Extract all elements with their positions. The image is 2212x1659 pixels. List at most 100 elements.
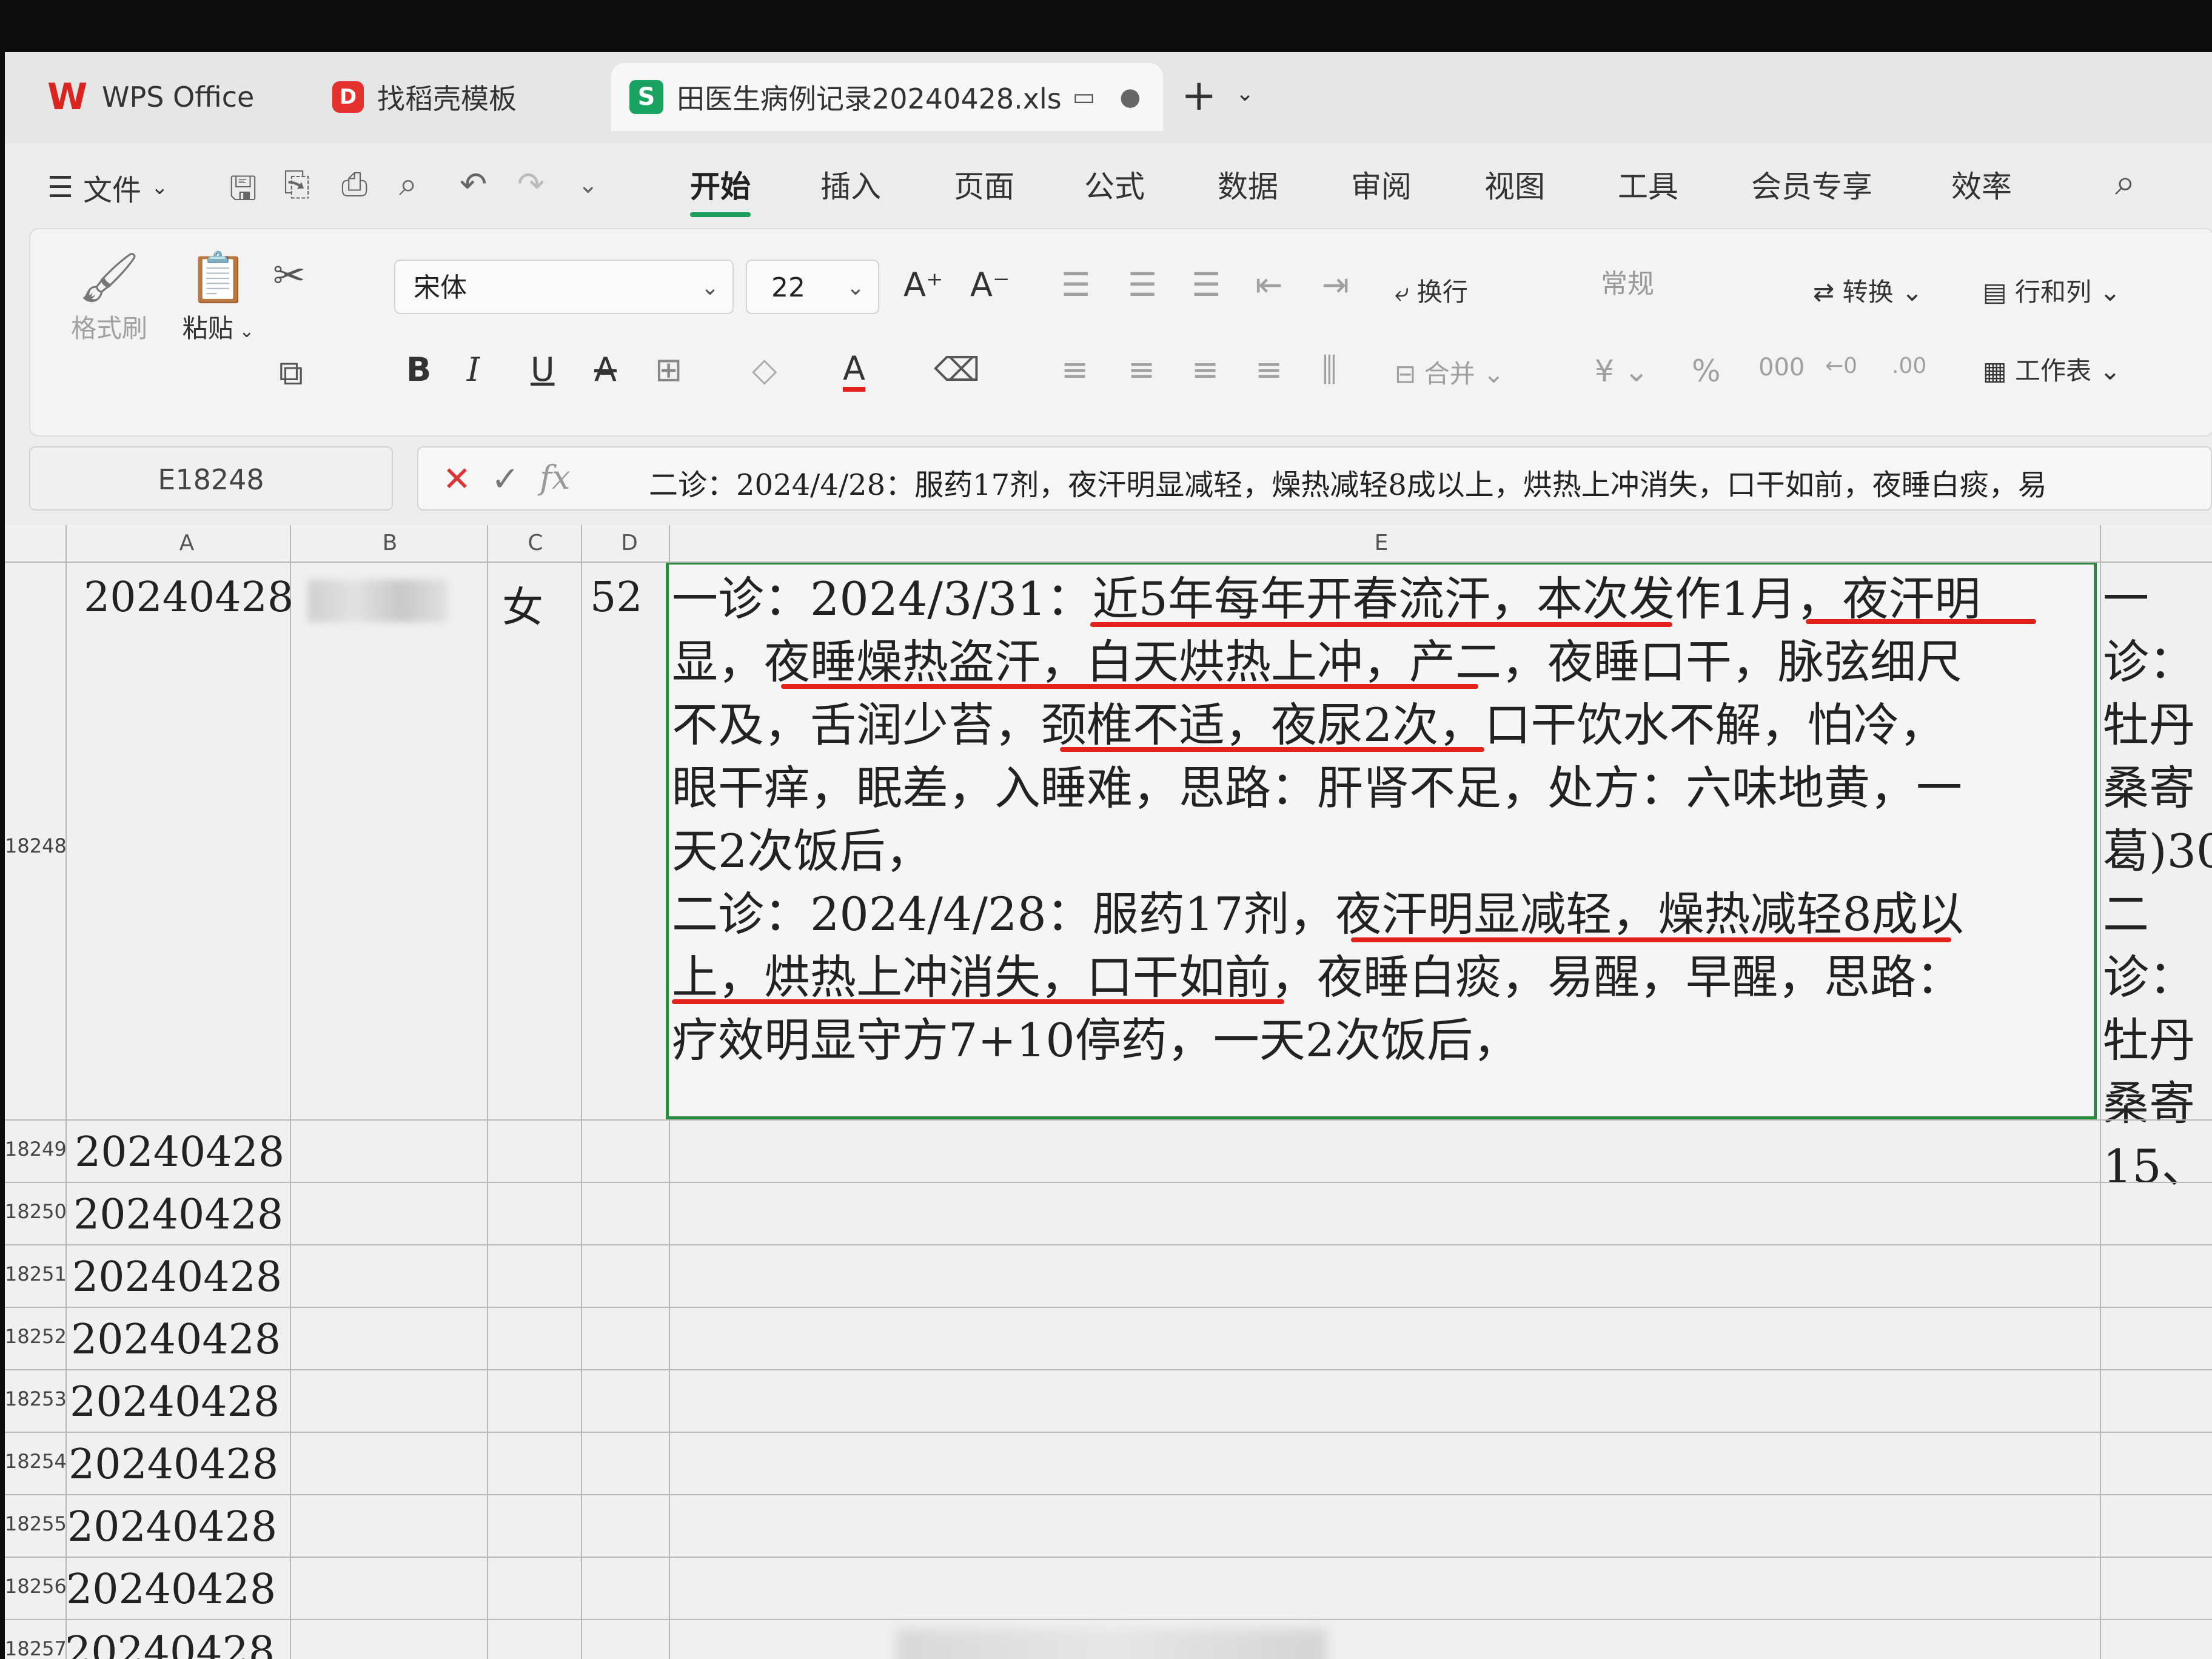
row-number[interactable]: 18257 [5, 1637, 67, 1659]
decrease-font-icon[interactable]: A⁻ [970, 266, 1010, 304]
tab-member[interactable]: 会员专享 [1751, 163, 1872, 206]
column-header-d[interactable]: D [587, 525, 672, 561]
tab-spreadsheet-file[interactable]: S 田医生病例记录20240428.xls ▭ ● [611, 63, 1163, 131]
convert-button[interactable]: ⇄ 转换 ⌄ [1813, 272, 1923, 309]
border-icon[interactable]: ⊞ [655, 350, 682, 389]
cell-sex[interactable]: 女 [502, 574, 543, 634]
align-right-icon[interactable]: ≡ [1191, 350, 1219, 389]
wps-logo-icon: W [47, 76, 88, 118]
percent-icon[interactable]: % [1692, 354, 1721, 389]
print-icon[interactable]: ⎙ [341, 165, 367, 204]
tab-list-chevron-icon[interactable]: ⌄ [1236, 81, 1254, 106]
strikethrough-icon[interactable]: A [594, 350, 617, 389]
cancel-icon[interactable]: ✕ [443, 460, 471, 499]
font-size-select[interactable]: 22 ⌄ [746, 260, 879, 314]
row-number[interactable]: 18252 [5, 1325, 67, 1348]
paste-button[interactable]: 📋 粘贴 ⌄ [170, 247, 267, 345]
cell-date[interactable]: 20240428 [71, 1316, 281, 1364]
menu-bar: ☰ 文件 ⌄ 🖫 ⎘ ⎙ ⌕ ↶ ↷ ⌄ 开始 插入 页面 公式 数据 审阅 视… [5, 143, 2212, 222]
undo-icon[interactable]: ↶ [460, 165, 487, 203]
cell-date[interactable]: 20240428 [66, 1566, 276, 1614]
align-center-icon[interactable]: ≡ [1128, 350, 1155, 389]
tab-wps-office[interactable]: W WPS Office [23, 63, 284, 131]
tab-formulas[interactable]: 公式 [1084, 163, 1145, 206]
tab-page[interactable]: 页面 [954, 163, 1014, 206]
cell-date[interactable]: 20240428 [67, 1503, 277, 1551]
row-number[interactable]: 18248 [5, 834, 67, 857]
row-number[interactable]: 18254 [5, 1450, 67, 1473]
file-menu-button[interactable]: ☰ 文件 ⌄ [47, 166, 169, 209]
tab-tools[interactable]: 工具 [1618, 163, 1678, 206]
italic-button[interactable]: I [467, 350, 480, 389]
insert-function-icon[interactable]: fx [540, 458, 570, 497]
cut-icon[interactable]: ✂ [273, 253, 306, 298]
align-middle-icon[interactable]: ☰ [1128, 266, 1157, 304]
row-col-button[interactable]: ▤ 行和列 ⌄ [1983, 272, 2121, 309]
cell-age[interactable]: 52 [590, 574, 643, 622]
increase-font-icon[interactable]: A⁺ [903, 266, 943, 304]
merge-cells-button[interactable]: ⊟ 合并 ⌄ [1395, 354, 1504, 390]
name-box[interactable]: E18248 [29, 446, 393, 511]
formula-input[interactable]: ✕ ✓ fx 二诊：2024/4/28：服药17剂，夜汗明显减轻，燥热减轻8成以… [417, 446, 2212, 511]
tab-home[interactable]: 开始 [690, 163, 751, 217]
row-number[interactable]: 18255 [5, 1512, 67, 1535]
redo-icon[interactable]: ↷ [517, 165, 545, 203]
indent-decrease-icon[interactable]: ⇤ [1255, 266, 1282, 304]
confirm-check-icon[interactable]: ✓ [491, 460, 520, 499]
row-number[interactable]: 18249 [5, 1138, 67, 1161]
new-tab-plus-icon[interactable]: + [1181, 70, 1217, 120]
column-header-e[interactable]: E [672, 525, 2091, 561]
cell-prescription-partial[interactable]: 一诊： 牡丹 桑寄 葛)30 二诊： 牡丹 桑寄 15、 [2103, 568, 2212, 1198]
wrap-text-button[interactable]: ⤶ 换行 [1395, 272, 1468, 309]
align-bottom-icon[interactable]: ☰ [1191, 266, 1221, 304]
copy-icon[interactable]: ⧉ [279, 354, 303, 394]
tab-data[interactable]: 数据 [1218, 163, 1278, 206]
currency-icon[interactable]: ¥ ⌄ [1595, 354, 1649, 389]
export-icon[interactable]: ⎘ [284, 165, 310, 204]
worksheet-button[interactable]: ▦ 工作表 ⌄ [1983, 350, 2121, 387]
print-preview-icon[interactable]: ⌕ [399, 165, 417, 204]
cell-diagnosis[interactable]: 一诊：2024/3/31：近5年每年开春流汗，本次发作1月，夜汗明 显，夜睡燥热… [672, 568, 2091, 1072]
search-icon[interactable]: ⌕ [2115, 161, 2136, 204]
font-family-select[interactable]: 宋体 ⌄ [394, 260, 734, 314]
font-color-button[interactable]: A [843, 350, 865, 392]
row-number[interactable]: 18250 [5, 1200, 67, 1223]
cell-date[interactable]: 20240428 [84, 574, 293, 622]
cell-date[interactable]: 20240428 [72, 1253, 282, 1301]
cell-date[interactable]: 20240428 [69, 1441, 278, 1489]
grid-line [65, 525, 67, 1659]
tab-view[interactable]: 视图 [1484, 163, 1545, 206]
distributed-icon[interactable]: ⫼ [1322, 350, 1337, 389]
align-left-icon[interactable]: ≡ [1061, 350, 1088, 389]
tab-insert[interactable]: 插入 [820, 163, 881, 206]
quick-access-chevron-icon[interactable]: ⌄ [578, 171, 598, 199]
fill-color-icon[interactable]: ◇ [752, 350, 777, 389]
column-header-c[interactable]: C [490, 525, 581, 561]
column-header-b[interactable]: B [296, 525, 484, 561]
row-number[interactable]: 18253 [5, 1387, 67, 1410]
format-painter-button[interactable]: 🖌 格式刷 [67, 247, 152, 345]
save-icon[interactable]: 🖫 [229, 165, 257, 221]
tab-templates[interactable]: D 找稻壳模板 [302, 63, 593, 131]
justify-icon[interactable]: ≡ [1255, 350, 1282, 389]
number-format-select[interactable]: 常规 [1583, 257, 1789, 312]
bold-button[interactable]: B [406, 350, 431, 389]
increase-decimal-icon[interactable]: ←0 [1825, 354, 1857, 378]
cell-date[interactable]: 20240428 [65, 1628, 275, 1659]
align-top-icon[interactable]: ☰ [1061, 266, 1090, 304]
tab-efficiency[interactable]: 效率 [1951, 163, 2012, 206]
cell-date[interactable]: 20240428 [73, 1191, 283, 1239]
cell-date[interactable]: 20240428 [75, 1128, 284, 1176]
screen-icon[interactable]: ▭ [1073, 83, 1096, 111]
indent-increase-icon[interactable]: ⇥ [1322, 266, 1349, 304]
clear-format-icon[interactable]: ⌫ [934, 350, 980, 389]
decrease-decimal-icon[interactable]: .00 [1892, 354, 1926, 378]
tab-review[interactable]: 审阅 [1351, 163, 1412, 206]
underline-button[interactable]: U [531, 350, 555, 389]
row-col-label: 行和列 [2015, 277, 2092, 307]
column-header-a[interactable]: A [84, 525, 290, 561]
row-number[interactable]: 18251 [5, 1262, 67, 1285]
row-number[interactable]: 18256 [5, 1575, 67, 1598]
cell-date[interactable]: 20240428 [70, 1378, 280, 1426]
thousands-icon[interactable]: 000 [1758, 354, 1805, 381]
